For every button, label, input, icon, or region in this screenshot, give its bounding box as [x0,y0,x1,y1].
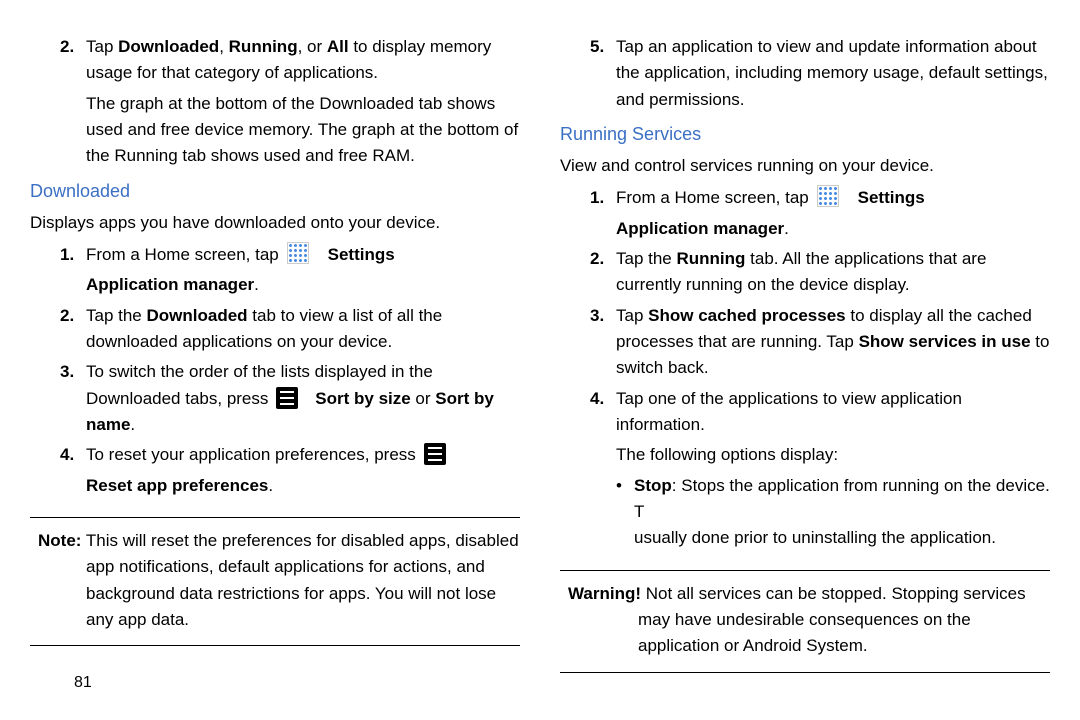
step-number: 5. [590,34,616,60]
note-block: Note: This will reset the preferences fo… [30,517,520,646]
menu-icon [424,443,446,465]
right-column: 5. Tap an application to view and update… [560,30,1050,670]
step-number: 1. [60,242,86,268]
note-body: Note: This will reset the preferences fo… [30,528,520,633]
running-step-4: 4. Tap one of the applications to view a… [560,386,1050,439]
left-column: 2. Tap Downloaded, Running, or All to di… [30,30,520,670]
running-step-3: 3. Tap Show cached processes to display … [560,303,1050,382]
step-content: To reset your application preferences, p… [86,442,520,468]
downloaded-step-3: 3. To switch the order of the lists disp… [30,359,520,438]
running-step-4-sub: The following options display: [560,442,1050,468]
step-content: From a Home screen, tap Settings [616,185,1050,211]
step-number: 4. [60,442,86,468]
step-number: 3. [590,303,616,329]
step-content: Tap an application to view and update in… [616,34,1050,113]
apps-grid-icon [287,242,309,264]
step-number: 4. [590,386,616,412]
step-number: 2. [590,246,616,272]
running-step-1: 1. From a Home screen, tap Settings [560,185,1050,211]
downloaded-step-4-sub: Reset app preferences. [30,473,520,499]
stop-bullet: Stop: Stops the application from running… [560,473,1050,552]
running-intro: View and control services running on you… [560,153,1050,179]
step-content: Tap Show cached processes to display all… [616,303,1050,382]
running-step-2: 2. Tap the Running tab. All the applicat… [560,246,1050,299]
step-content: Tap the Running tab. All the application… [616,246,1050,299]
step-2-para2: The graph at the bottom of the Downloade… [30,91,520,170]
step-number: 3. [60,359,86,385]
running-services-heading: Running Services [560,121,1050,149]
downloaded-step-2: 2. Tap the Downloaded tab to view a list… [30,303,520,356]
running-step-1-sub: Application manager. [560,216,1050,242]
downloaded-step-4: 4. To reset your application preferences… [30,442,520,468]
step-2-continued: 2. Tap Downloaded, Running, or All to di… [30,34,520,87]
bullet-content: Stop: Stops the application from running… [634,473,1050,552]
downloaded-step-1: 1. From a Home screen, tap Settings [30,242,520,268]
apps-grid-icon [817,185,839,207]
downloaded-step-1-sub: Application manager. [30,272,520,298]
step-number: 1. [590,185,616,211]
step-content: Tap Downloaded, Running, or All to displ… [86,34,520,87]
warning-block: Warning! Not all services can be stopped… [560,570,1050,673]
downloaded-intro: Displays apps you have downloaded onto y… [30,210,520,236]
downloaded-heading: Downloaded [30,178,520,206]
step-number: 2. [60,34,86,60]
warning-body: Warning! Not all services can be stopped… [560,581,1050,660]
step-content: To switch the order of the lists display… [86,359,520,438]
step-content: From a Home screen, tap Settings [86,242,520,268]
step-content: Tap one of the applications to view appl… [616,386,1050,439]
step-content: Tap the Downloaded tab to view a list of… [86,303,520,356]
menu-icon [276,387,298,409]
step-number: 2. [60,303,86,329]
page-number: 81 [74,674,92,692]
step-5-continued: 5. Tap an application to view and update… [560,34,1050,113]
